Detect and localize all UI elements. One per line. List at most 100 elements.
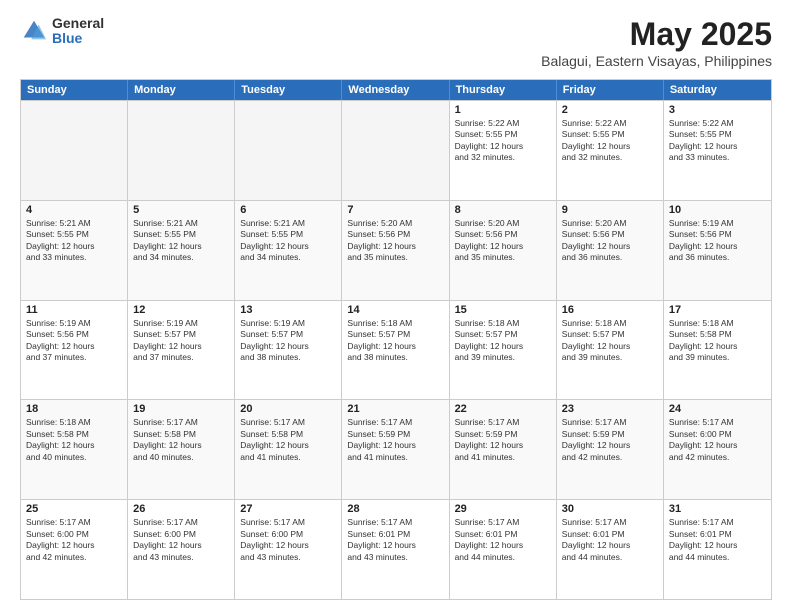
cell-text: and 41 minutes. [240, 452, 336, 463]
cell-text: Daylight: 12 hours [562, 141, 658, 152]
calendar-header: SundayMondayTuesdayWednesdayThursdayFrid… [21, 80, 771, 100]
cell-text: Daylight: 12 hours [133, 341, 229, 352]
cell-text: Daylight: 12 hours [669, 341, 766, 352]
cell-text: Daylight: 12 hours [347, 241, 443, 252]
cell-text: and 43 minutes. [347, 552, 443, 563]
cell-text: Daylight: 12 hours [562, 341, 658, 352]
cell-text: Sunrise: 5:20 AM [347, 218, 443, 229]
header-day-saturday: Saturday [664, 80, 771, 100]
calendar-cell-6: 6Sunrise: 5:21 AMSunset: 5:55 PMDaylight… [235, 201, 342, 300]
calendar-cell-empty [21, 101, 128, 200]
calendar-row-4: 25Sunrise: 5:17 AMSunset: 6:00 PMDayligh… [21, 499, 771, 599]
cell-text: and 35 minutes. [455, 252, 551, 263]
calendar-cell-17: 17Sunrise: 5:18 AMSunset: 5:58 PMDayligh… [664, 301, 771, 400]
cell-text: Sunrise: 5:19 AM [133, 318, 229, 329]
cell-text: Sunrise: 5:19 AM [26, 318, 122, 329]
calendar-cell-10: 10 Sunrise: 5:19 AMSunset: 5:56 PMDayligh… [664, 201, 771, 300]
cell-text: Sunrise: 5:17 AM [455, 517, 551, 528]
calendar-row-2: 11Sunrise: 5:19 AMSunset: 5:56 PMDayligh… [21, 300, 771, 400]
cell-text: Daylight: 12 hours [240, 241, 336, 252]
cell-text: Sunset: 5:57 PM [347, 329, 443, 340]
cell-text: and 32 minutes. [455, 152, 551, 163]
cell-text: and 41 minutes. [455, 452, 551, 463]
cell-text: and 39 minutes. [562, 352, 658, 363]
calendar-cell-19: 19Sunrise: 5:17 AMSunset: 5:58 PMDayligh… [128, 400, 235, 499]
cell-text: Sunrise: 5:17 AM [455, 417, 551, 428]
title-section: May 2025 Balagui, Eastern Visayas, Phili… [541, 16, 772, 69]
subtitle: Balagui, Eastern Visayas, Philippines [541, 53, 772, 69]
day-number: 20 [240, 403, 336, 415]
day-number: 15 [455, 304, 551, 316]
calendar-cell-7: 7Sunrise: 5:20 AMSunset: 5:56 PMDaylight… [342, 201, 449, 300]
cell-text: Sunrise: 5:18 AM [669, 318, 766, 329]
cell-text: Sunset: 5:55 PM [26, 229, 122, 240]
cell-text: Daylight: 12 hours [455, 540, 551, 551]
cell-text: and 44 minutes. [562, 552, 658, 563]
cell-text: and 37 minutes. [26, 352, 122, 363]
day-number: 10 [669, 204, 766, 216]
calendar-cell-29: 29Sunrise: 5:17 AMSunset: 6:01 PMDayligh… [450, 500, 557, 599]
calendar-cell-8: 8Sunrise: 5:20 AMSunset: 5:56 PMDaylight… [450, 201, 557, 300]
day-number: 16 [562, 304, 658, 316]
calendar-cell-11: 11Sunrise: 5:19 AMSunset: 5:56 PMDayligh… [21, 301, 128, 400]
day-number: 5 [133, 204, 229, 216]
cell-text: and 38 minutes. [347, 352, 443, 363]
cell-text: Sunrise: 5:18 AM [26, 417, 122, 428]
cell-text: Sunrise: 5:22 AM [455, 118, 551, 129]
cell-text: Sunset: 5:58 PM [26, 429, 122, 440]
day-number: 11 [26, 304, 122, 316]
cell-text: Daylight: 12 hours [669, 540, 766, 551]
cell-text: and 44 minutes. [669, 552, 766, 563]
cell-text: Sunrise: 5:17 AM [347, 517, 443, 528]
calendar-cell-28: 28Sunrise: 5:17 AMSunset: 6:01 PMDayligh… [342, 500, 449, 599]
day-number: 8 [455, 204, 551, 216]
calendar-cell-4: 4Sunrise: 5:21 AMSunset: 5:55 PMDaylight… [21, 201, 128, 300]
calendar-cell-empty [128, 101, 235, 200]
cell-text: and 43 minutes. [240, 552, 336, 563]
day-number: 19 [133, 403, 229, 415]
calendar-cell-26: 26Sunrise: 5:17 AMSunset: 6:00 PMDayligh… [128, 500, 235, 599]
day-number: 6 [240, 204, 336, 216]
cell-text: Daylight: 12 hours [347, 440, 443, 451]
cell-text: Sunset: 5:56 PM [669, 229, 766, 240]
cell-text: Sunset: 6:00 PM [669, 429, 766, 440]
day-number: 17 [669, 304, 766, 316]
page: General Blue May 2025 Balagui, Eastern V… [0, 0, 792, 612]
day-number: 13 [240, 304, 336, 316]
cell-text: Daylight: 12 hours [669, 241, 766, 252]
cell-text: Sunset: 5:59 PM [562, 429, 658, 440]
calendar-cell-24: 24Sunrise: 5:17 AMSunset: 6:00 PMDayligh… [664, 400, 771, 499]
cell-text: and 42 minutes. [562, 452, 658, 463]
cell-text: Sunrise: 5:22 AM [669, 118, 766, 129]
calendar-cell-empty [235, 101, 342, 200]
day-number: 24 [669, 403, 766, 415]
cell-text: Daylight: 12 hours [240, 341, 336, 352]
cell-text: Sunrise: 5:17 AM [562, 517, 658, 528]
cell-text: Sunrise: 5:17 AM [562, 417, 658, 428]
calendar-cell-21: 21Sunrise: 5:17 AMSunset: 5:59 PMDayligh… [342, 400, 449, 499]
logo: General Blue [20, 16, 104, 47]
cell-text: Daylight: 12 hours [669, 141, 766, 152]
cell-text: Sunset: 6:01 PM [562, 529, 658, 540]
cell-text: Daylight: 12 hours [455, 341, 551, 352]
cell-text: Sunset: 5:58 PM [133, 429, 229, 440]
cell-text: Sunset: 6:01 PM [669, 529, 766, 540]
cell-text: Daylight: 12 hours [347, 540, 443, 551]
cell-text: Sunset: 5:57 PM [562, 329, 658, 340]
day-number: 22 [455, 403, 551, 415]
cell-text: Sunset: 6:00 PM [240, 529, 336, 540]
cell-text: Sunrise: 5:18 AM [455, 318, 551, 329]
calendar-cell-5: 5Sunrise: 5:21 AMSunset: 5:55 PMDaylight… [128, 201, 235, 300]
day-number: 29 [455, 503, 551, 515]
day-number: 27 [240, 503, 336, 515]
cell-text: Sunset: 5:57 PM [455, 329, 551, 340]
calendar-cell-16: 16Sunrise: 5:18 AMSunset: 5:57 PMDayligh… [557, 301, 664, 400]
cell-text: and 40 minutes. [26, 452, 122, 463]
calendar-cell-30: 30Sunrise: 5:17 AMSunset: 6:01 PMDayligh… [557, 500, 664, 599]
cell-text: and 34 minutes. [133, 252, 229, 263]
cell-text: Sunrise: 5:21 AM [133, 218, 229, 229]
cell-text: Sunrise: 5:19 AM [669, 218, 766, 229]
cell-text: Daylight: 12 hours [455, 440, 551, 451]
cell-text: Sunset: 5:59 PM [455, 429, 551, 440]
calendar-cell-9: 9Sunrise: 5:20 AMSunset: 5:56 PMDaylight… [557, 201, 664, 300]
